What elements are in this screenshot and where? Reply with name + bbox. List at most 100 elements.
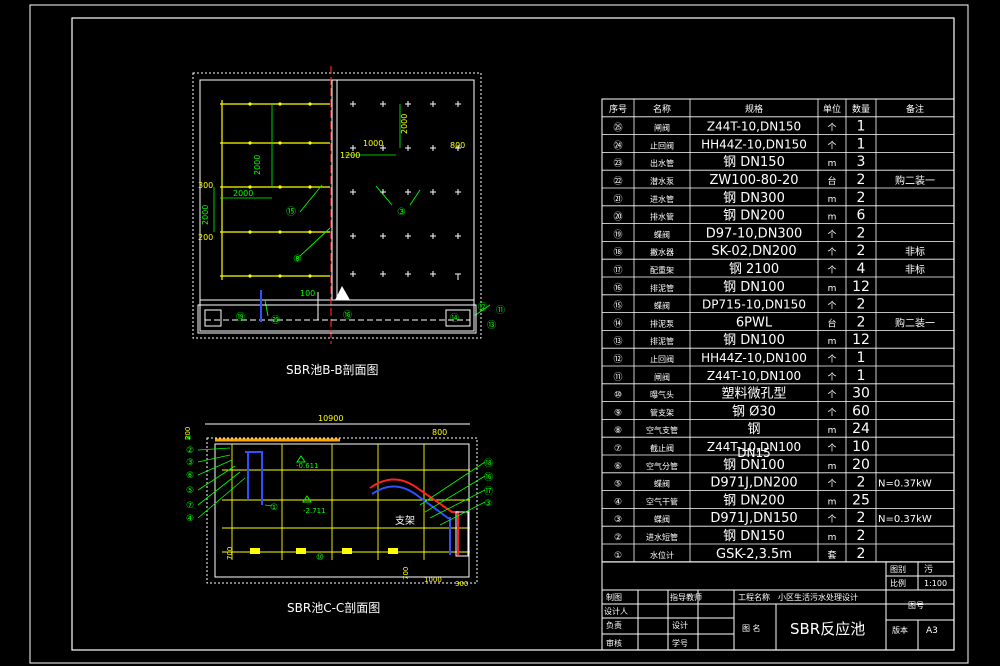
table-header-3: 单位 bbox=[823, 103, 841, 115]
bb-callout-0: ⑮ bbox=[286, 206, 296, 218]
table-row-0-cell-2: Z44T-10,DN150 bbox=[707, 120, 801, 134]
table-row-9-cell-3: m bbox=[828, 284, 837, 294]
cc-callout-left-2: ② bbox=[186, 446, 194, 456]
table-header-4: 数量 bbox=[852, 103, 870, 115]
cc-callout-0: ① bbox=[270, 503, 278, 513]
tb-scale-value: 1:100 bbox=[924, 579, 947, 588]
tb-fig-no-label: 图号 bbox=[908, 601, 924, 610]
table-row-4-cell-3: m bbox=[828, 195, 837, 205]
cc-support-label: 支架 bbox=[395, 515, 415, 527]
table-row-9-cell-2: 钢 DN100 bbox=[723, 280, 785, 295]
table-row-21-cell-0: ④ bbox=[614, 497, 622, 507]
table-row-7-cell-3: 个 bbox=[827, 247, 836, 258]
table-row-9-cell-0: ⑯ bbox=[613, 283, 622, 294]
bb-dim-7: 800 bbox=[450, 141, 465, 150]
bb-dim-9: 100 bbox=[300, 289, 315, 298]
table-row-24-cell-1: 水位计 bbox=[650, 550, 674, 560]
bb-callout-5: ⑯ bbox=[343, 310, 352, 321]
table-row-15-cell-1: 曝气头 bbox=[650, 390, 674, 400]
table-row-23-cell-0: ② bbox=[614, 533, 622, 543]
tb-version-label: 版本 bbox=[892, 625, 908, 635]
bb-callout-3: ⑲ bbox=[236, 312, 245, 323]
bb-dim-5: 1200 bbox=[340, 151, 360, 160]
tb-sheet-label: 图别 bbox=[890, 565, 906, 574]
bb-callout-8: ⑪ bbox=[496, 305, 505, 316]
table-row-22-cell-5: N=0.37kW bbox=[878, 514, 932, 525]
cc-callout-3: ⑯ bbox=[484, 472, 493, 483]
table-row-21-cell-1: 空气干管 bbox=[646, 496, 678, 506]
table-overlap-text: DN15 bbox=[737, 446, 771, 460]
table-row-13-cell-1: 止回阀 bbox=[650, 354, 674, 364]
table-row-9-cell-1: 排泥管 bbox=[650, 283, 674, 293]
table-row-24-cell-4: 2 bbox=[857, 546, 866, 562]
table-row-5-cell-0: ⑳ bbox=[613, 212, 622, 223]
table-row-16-cell-1: 管支架 bbox=[650, 407, 674, 417]
table-row-20-cell-4: 2 bbox=[857, 475, 866, 491]
table-row-23-cell-2: 钢 DN150 bbox=[723, 529, 785, 544]
table-row-21-cell-4: 25 bbox=[852, 492, 870, 508]
table-row-19-cell-2: 钢 DN100 bbox=[723, 458, 785, 473]
table-row-20-cell-1: 蝶阀 bbox=[654, 479, 670, 489]
bb-dim-1: 2000 bbox=[233, 189, 253, 198]
table-row-22-cell-4: 2 bbox=[857, 510, 866, 526]
table-header-5: 备注 bbox=[906, 103, 924, 115]
tb-project-value: 小区生活污水处理设计 bbox=[778, 592, 858, 602]
table-row-20-cell-3: 个 bbox=[827, 479, 836, 490]
table-row-2-cell-2: 钢 DN150 bbox=[723, 155, 785, 170]
bb-dim-0: 2000 bbox=[253, 155, 262, 175]
table-row-3-cell-4: 2 bbox=[857, 172, 866, 188]
table-row-15-cell-2: 塑料微孔型 bbox=[721, 387, 786, 402]
cc-dim-5: 1000 bbox=[424, 576, 442, 584]
cc-callout-left-3: ③ bbox=[186, 458, 194, 468]
table-row-2-cell-1: 出水管 bbox=[650, 158, 674, 168]
canvas-background bbox=[0, 0, 1000, 666]
cc-callout-left-7: ④ bbox=[186, 514, 194, 524]
bb-callout-1: ⑧ bbox=[293, 254, 302, 265]
cc-callout-left-1: ④ bbox=[185, 434, 191, 442]
table-row-18-cell-4: 10 bbox=[852, 439, 870, 455]
table-row-12-cell-1: 排泥管 bbox=[650, 336, 674, 346]
table-row-12-cell-2: 钢 DN100 bbox=[723, 333, 785, 348]
table-row-8-cell-0: ⑰ bbox=[613, 265, 622, 276]
table-row-19-cell-0: ⑥ bbox=[614, 462, 622, 472]
table-row-22-cell-0: ③ bbox=[614, 515, 622, 525]
table-row-6-cell-2: D97-10,DN300 bbox=[706, 226, 802, 241]
table-row-21-cell-2: 钢 DN200 bbox=[723, 493, 785, 508]
table-row-12-cell-4: 12 bbox=[852, 332, 870, 348]
table-row-12-cell-3: m bbox=[828, 337, 837, 347]
table-row-7-cell-0: ⑱ bbox=[613, 247, 622, 258]
table-row-10-cell-1: 蝶阀 bbox=[654, 301, 670, 311]
table-row-20-cell-2: D971J,DN200 bbox=[710, 476, 797, 491]
table-row-18-cell-1: 截止阀 bbox=[650, 443, 674, 453]
bb-title: SBR池B-B剖面图 bbox=[286, 363, 379, 377]
bb-dim-8: 2000 bbox=[400, 114, 409, 134]
cc-dim-4: 700 bbox=[226, 547, 234, 560]
tb-lead-label: 负责 bbox=[606, 620, 622, 630]
table-row-10-cell-3: 个 bbox=[827, 301, 836, 312]
table-row-1-cell-1: 止回阀 bbox=[650, 140, 674, 150]
table-row-19-cell-4: 20 bbox=[852, 457, 870, 473]
table-row-24-cell-0: ① bbox=[614, 551, 622, 561]
tb-drawn-label: 制图 bbox=[606, 592, 622, 602]
table-row-6-cell-3: 个 bbox=[827, 229, 836, 240]
bb-dim-6: 1000 bbox=[363, 139, 383, 148]
table-row-7-cell-1: 撇水器 bbox=[650, 247, 674, 257]
table-row-7-cell-4: 2 bbox=[857, 243, 866, 259]
table-row-7-cell-5: 非标 bbox=[905, 246, 925, 258]
table-row-16-cell-0: ⑨ bbox=[614, 408, 622, 418]
table-row-18-cell-0: ⑦ bbox=[614, 444, 622, 454]
table-row-16-cell-3: 个 bbox=[827, 407, 836, 418]
table-row-4-cell-1: 进水管 bbox=[650, 194, 674, 204]
table-row-0-cell-3: 个 bbox=[827, 123, 836, 134]
cc-dim-6: 300 bbox=[455, 580, 468, 588]
table-row-5-cell-4: 6 bbox=[857, 208, 866, 224]
table-row-3-cell-0: ㉒ bbox=[613, 176, 622, 187]
table-row-17-cell-4: 24 bbox=[852, 421, 870, 437]
cc-title: SBR池C-C剖面图 bbox=[287, 601, 380, 615]
cad-sheet: 2000 2000 2000 300 200 1200 1000 800 200… bbox=[0, 0, 1000, 666]
table-row-15-cell-0: ⑩ bbox=[614, 391, 622, 401]
table-row-16-cell-4: 60 bbox=[852, 403, 870, 419]
cc-dim-1: 800 bbox=[432, 428, 447, 437]
table-row-22-cell-2: D971J,DN150 bbox=[710, 511, 797, 526]
table-row-6-cell-1: 蝶阀 bbox=[654, 229, 670, 239]
